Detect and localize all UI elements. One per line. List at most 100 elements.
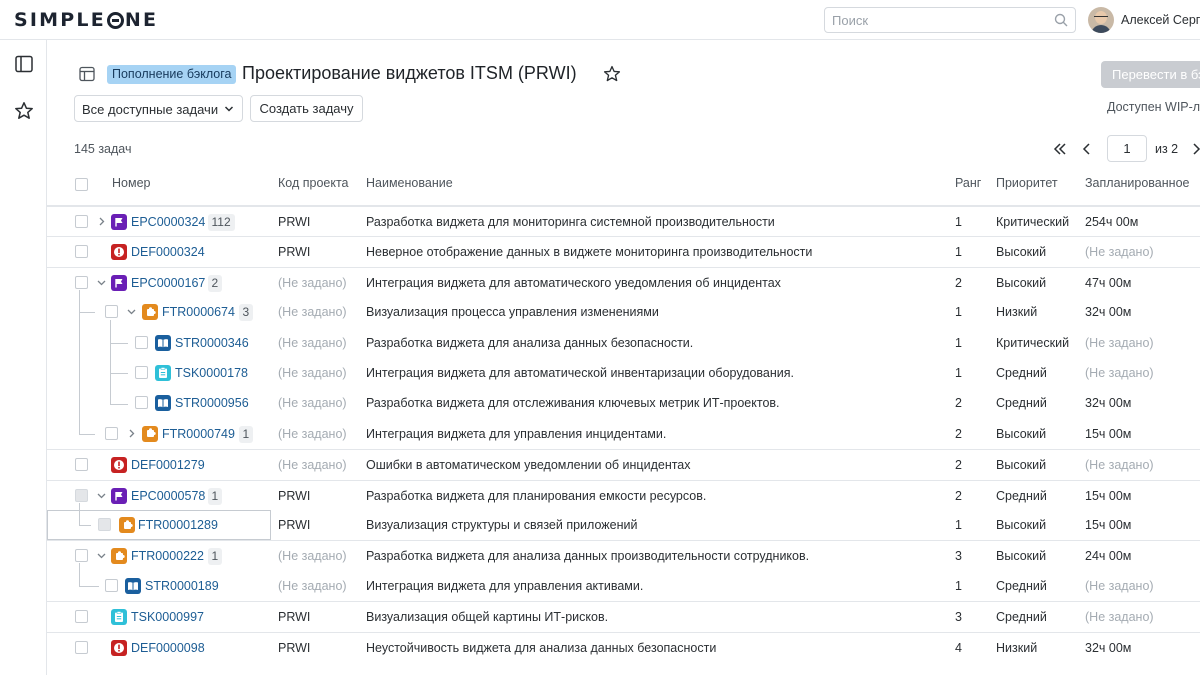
table-row[interactable]: EPC0000578 1 PRWI Разработка виджета для пл… [47,479,1200,510]
priority-cell: Низкий [996,640,1038,655]
table-row[interactable]: DEF0000098 PRWI Неустойчивость виджета для… [47,631,1200,662]
table-row[interactable]: STR0000346 (Не задано) Разработка виджета … [47,328,1200,358]
select-all-checkbox[interactable] [75,178,88,191]
next-page-icon[interactable] [1190,141,1200,157]
table-row[interactable]: FTR0000749 1 (Не задано) Интеграция виджета… [47,419,1200,449]
column-planned[interactable]: Запланированное [1085,176,1189,190]
project-code-cell: PRWI [278,518,311,532]
page-title: Проектирование виджетов ITSM (PRWI) [242,63,577,83]
row-checkbox[interactable] [75,640,88,654]
project-code-cell: PRWI [278,215,311,229]
search-input[interactable] [825,8,1045,32]
column-project-code[interactable]: Код проекта [278,176,349,190]
chevron-down-icon[interactable] [97,551,106,560]
table-row[interactable]: TSK0000178 (Не задано) Интеграция виджета … [47,358,1200,388]
task-number-link[interactable]: FTR00001289 [138,518,218,532]
task-number-link[interactable]: DEF0001279 [131,458,205,472]
children-count-badge: 112 [207,214,235,231]
task-number-link[interactable]: TSK0000997 [131,610,204,624]
table-row[interactable]: DEF0000324 PRWI Неверное отображение данны… [47,236,1200,266]
task-number-link[interactable]: STR0000189 [145,579,219,593]
row-checkbox[interactable] [98,518,111,531]
task-number-link[interactable]: EPC0000167 [131,276,205,290]
epic-icon [111,214,127,230]
priority-cell: Высокий [996,275,1047,290]
task-filter-select[interactable]: Все доступные задачи [74,95,243,122]
rank-cell: 1 [955,215,962,229]
task-name-cell: Интеграция виджета для управления актива… [366,578,644,593]
priority-cell: Высокий [996,426,1047,441]
task-number-link[interactable]: FTR0000749 [162,427,235,441]
planned-time-cell: 24ч 00м [1085,549,1132,564]
row-checkbox[interactable] [105,578,118,592]
search-box[interactable] [824,7,1076,33]
column-priority[interactable]: Приоритет [996,176,1058,190]
row-checkbox[interactable] [75,488,88,502]
children-count-badge: 1 [207,487,223,505]
chevron-right-icon[interactable] [127,429,136,438]
row-checkbox[interactable] [75,215,88,228]
chevron-right-icon[interactable] [97,217,106,226]
defect-icon [111,639,127,656]
row-checkbox[interactable] [135,366,148,379]
move-to-backlog-button[interactable]: Перевести в бэ [1101,61,1200,88]
row-checkbox[interactable] [75,549,88,563]
first-page-icon[interactable] [1052,141,1068,157]
task-number-link[interactable]: FTR0000222 [131,549,204,563]
row-checkbox[interactable] [75,458,88,472]
column-rank[interactable]: Ранг [955,176,981,190]
task-number-link[interactable]: STR0000346 [175,336,249,350]
task-name-cell: Визуализация процесса управления изменен… [366,305,659,320]
table-row[interactable]: STR0000956 (Не задано) Разработка виджета … [47,388,1200,418]
table-row[interactable]: FTR0000674 3 (Не задано) Визуализация проце… [47,297,1200,327]
chevron-down-icon[interactable] [97,491,106,500]
task-number-link[interactable]: EPC0000324 [131,215,205,229]
feature-icon [142,304,158,321]
table-row[interactable]: STR0000189 (Не задано) Интеграция виджета … [47,571,1200,601]
page-total: из 2 [1155,142,1179,156]
row-checkbox[interactable] [105,426,118,440]
user-avatar[interactable] [1088,7,1114,33]
task-number-link[interactable]: TSK0000178 [175,366,248,380]
chevron-down-icon[interactable] [127,307,136,316]
row-checkbox[interactable] [135,396,148,410]
rank-cell: 1 [955,518,962,532]
task-number-link[interactable]: STR0000956 [175,396,249,410]
row-checkbox[interactable] [105,305,118,319]
task-name-cell: Неустойчивость виджета для анализа данны… [366,640,717,655]
star-icon[interactable] [603,65,621,83]
table-row[interactable]: EPC0000324 112 PRWI Разработка виджета для … [47,206,1200,236]
column-name[interactable]: Наименование [366,176,453,190]
priority-cell: Средний [996,396,1047,411]
row-checkbox[interactable] [135,335,148,349]
priority-cell: Критический [996,215,1070,229]
table-row[interactable]: FTR0000222 1 (Не задано) Разработка виджета… [47,540,1200,570]
search-icon[interactable] [1054,13,1068,27]
chevron-down-icon[interactable] [97,278,106,287]
row-checkbox[interactable] [75,275,88,289]
project-code-cell: (Не задано) [278,275,347,290]
table-row[interactable]: TSK0000997 PRWI Визуализация общей картины… [47,601,1200,631]
story-icon [125,577,141,594]
row-checkbox[interactable] [75,245,88,259]
table-row[interactable]: FTR00001289 PRWI Визуализация структуры и … [47,510,1200,540]
board-icon [79,66,95,82]
rank-cell: 3 [955,549,962,564]
favorites-star-icon[interactable] [13,100,35,122]
table-row[interactable]: DEF0001279 (Не задано) Ошибки в автоматиче… [47,449,1200,479]
task-number-link[interactable]: FTR0000674 [162,305,235,319]
page-number-input[interactable] [1107,135,1147,162]
table-row[interactable]: EPC0000167 2 (Не задано) Интеграция виджета… [47,266,1200,297]
create-task-button[interactable]: Создать задачу [250,95,363,122]
user-name[interactable]: Алексей Серг [1121,13,1200,27]
chevron-down-icon [224,106,234,112]
table-header: Номер Код проекта Наименование Ранг Прио… [47,164,1200,206]
column-number[interactable]: Номер [112,176,150,190]
sidebar-toggle-icon[interactable] [13,53,35,75]
task-number-link[interactable]: DEF0000098 [131,641,205,655]
prev-page-icon[interactable] [1081,141,1093,157]
row-checkbox[interactable] [75,610,88,624]
task-number-link[interactable]: EPC0000578 [131,489,205,503]
simpleone-logo[interactable]: SIMPLE NE [14,9,158,31]
task-number-link[interactable]: DEF0000324 [131,245,205,259]
